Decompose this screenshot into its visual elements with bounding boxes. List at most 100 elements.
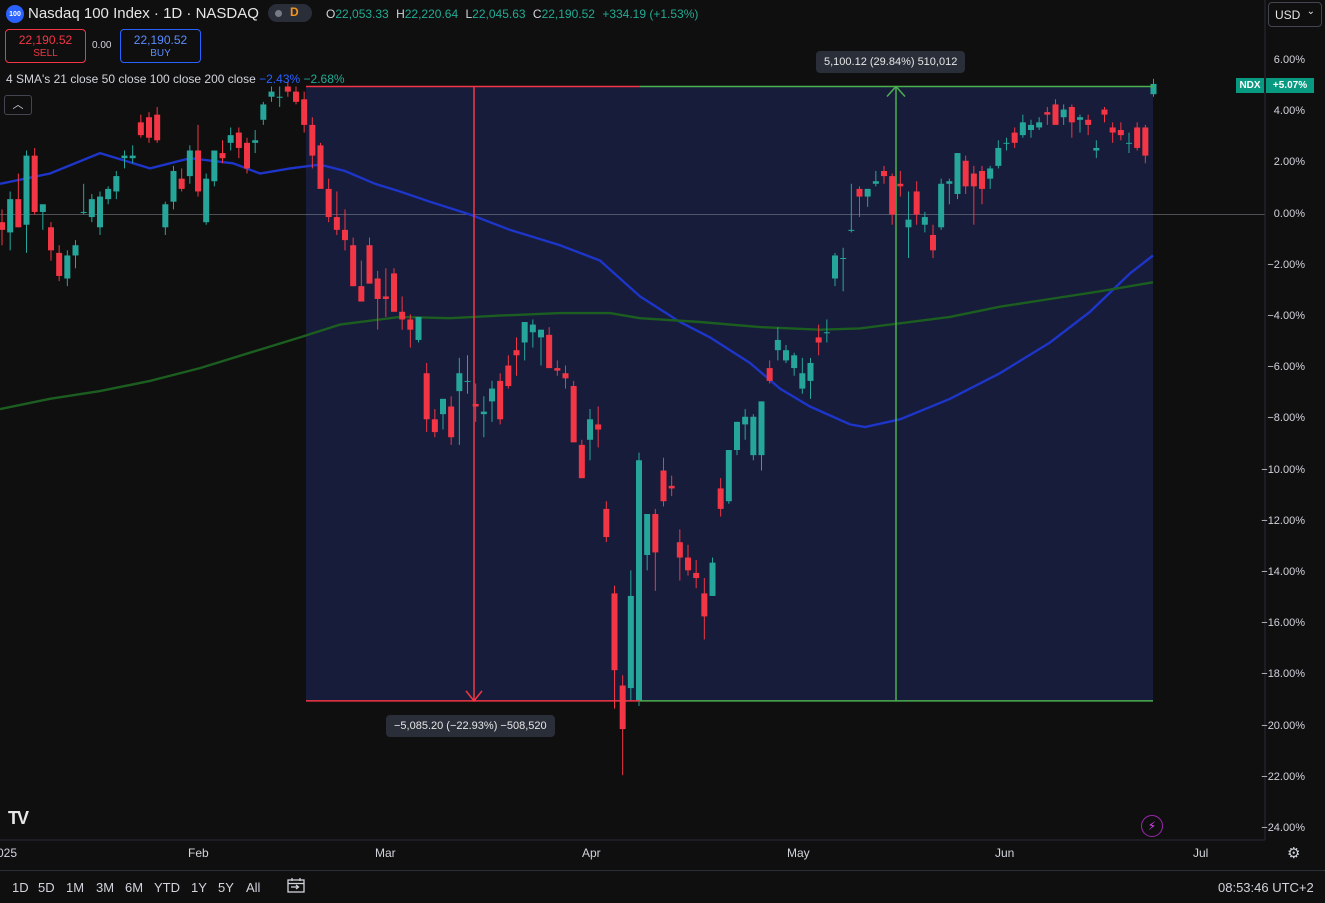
candle-body xyxy=(676,542,683,558)
timeframe-button-3m[interactable]: 3M xyxy=(96,880,114,895)
candle xyxy=(203,173,210,225)
candle xyxy=(570,380,577,443)
candle-body xyxy=(603,508,610,538)
candle xyxy=(154,106,161,143)
candle xyxy=(260,101,267,125)
timeframe-button-all[interactable]: All xyxy=(246,880,260,895)
timeframe-button-5d[interactable]: 5D xyxy=(38,880,55,895)
price-tick-label: −10.00% xyxy=(1261,463,1305,476)
candle-body xyxy=(1044,112,1051,115)
candle-body xyxy=(284,86,291,92)
candle-body xyxy=(39,204,46,212)
price-tick-label: −20.00% xyxy=(1261,719,1305,732)
candle-body xyxy=(137,122,144,136)
candle-body xyxy=(374,278,381,299)
candle-body xyxy=(440,398,446,415)
clock[interactable]: 08:53:46 UTC+2 xyxy=(1218,880,1314,895)
candle xyxy=(211,150,218,187)
timeframe-button-ytd[interactable]: YTD xyxy=(154,880,180,895)
measure-up-label: 5,100.12 (29.84%) 510,012 xyxy=(816,51,966,73)
candle-body xyxy=(840,258,847,260)
timeframe-button-1d[interactable]: 1D xyxy=(12,880,29,895)
candle-body xyxy=(995,147,1002,166)
candle-body xyxy=(1085,119,1092,125)
candle-body xyxy=(578,444,585,479)
time-tick-label: Feb xyxy=(188,846,209,860)
candle-body xyxy=(170,170,177,202)
candle-body xyxy=(1134,127,1141,148)
candle xyxy=(1150,78,1157,97)
candle-body xyxy=(1126,142,1132,144)
price-tick-label: −24.00% xyxy=(1261,821,1305,834)
price-tick-label: −4.00% xyxy=(1267,309,1305,322)
candle xyxy=(268,86,275,102)
candle-body xyxy=(366,245,373,284)
candle xyxy=(137,114,144,138)
candle-body xyxy=(489,388,495,402)
candle-body xyxy=(235,132,242,148)
indicator-legend[interactable]: 4 SMA's 21 close 50 close 100 close 200 … xyxy=(6,72,345,86)
calendar-range-icon[interactable] xyxy=(286,877,306,893)
candle xyxy=(636,452,642,707)
candle-body xyxy=(219,153,226,159)
candle-body xyxy=(121,155,128,159)
timeframe-button-5y[interactable]: 5Y xyxy=(218,880,234,895)
candle-body xyxy=(80,211,87,213)
candle-body xyxy=(154,114,161,141)
candle xyxy=(72,240,79,269)
symbol-price-tag: NDX xyxy=(1236,78,1264,93)
candle-body xyxy=(513,350,520,356)
timeframe-button-1y[interactable]: 1Y xyxy=(191,880,207,895)
timeframe-button-6m[interactable]: 6M xyxy=(125,880,143,895)
candle-body xyxy=(848,229,855,231)
candle-body xyxy=(717,488,724,509)
candle-body xyxy=(317,145,324,189)
price-tick-label: 6.00% xyxy=(1273,53,1305,66)
collapse-legend-button[interactable]: ︿ xyxy=(4,95,32,115)
candle-body xyxy=(480,411,487,415)
candle-body xyxy=(685,557,691,571)
candle-body xyxy=(1109,127,1116,133)
candle-body xyxy=(1011,132,1018,143)
timeframe-button-1m[interactable]: 1M xyxy=(66,880,84,895)
candle-body xyxy=(293,91,299,102)
candle-body xyxy=(529,324,536,333)
candle-body xyxy=(962,160,969,187)
tradingview-logo[interactable]: TV xyxy=(8,808,29,829)
candle-body xyxy=(652,514,659,553)
candle xyxy=(170,165,177,210)
candle-body xyxy=(734,421,740,451)
measure-area xyxy=(306,86,1153,701)
candle-body xyxy=(0,222,5,230)
candle xyxy=(64,250,71,287)
candle-body xyxy=(301,99,308,125)
price-chart[interactable] xyxy=(0,0,1325,870)
candle-body xyxy=(415,316,422,340)
time-tick-label: May xyxy=(787,846,810,860)
candle xyxy=(938,178,945,230)
candle-body xyxy=(783,350,789,361)
candle xyxy=(48,222,54,261)
candle-body xyxy=(23,155,30,225)
candle-body xyxy=(538,329,544,338)
candle-body xyxy=(668,485,675,489)
candle-body xyxy=(701,593,708,617)
candle-body xyxy=(260,104,267,120)
lightning-icon[interactable]: ⚡ xyxy=(1141,815,1163,837)
candle-body xyxy=(913,191,920,215)
candle-body xyxy=(211,150,218,182)
candle xyxy=(276,86,283,107)
settings-gear-icon[interactable]: ⚙ xyxy=(1287,844,1300,862)
candle-body xyxy=(1036,122,1043,128)
price-tick-label: 4.00% xyxy=(1273,105,1305,118)
sma-value-1: −2.43% xyxy=(259,72,301,86)
candle-body xyxy=(423,373,430,420)
candle-body xyxy=(1028,124,1034,131)
candle-body xyxy=(1150,83,1157,95)
price-tick-label: −12.00% xyxy=(1261,514,1305,527)
candle-body xyxy=(325,188,332,218)
candle-body xyxy=(464,380,471,382)
candle xyxy=(415,316,422,343)
candle xyxy=(709,557,716,596)
candle-body xyxy=(627,595,634,689)
